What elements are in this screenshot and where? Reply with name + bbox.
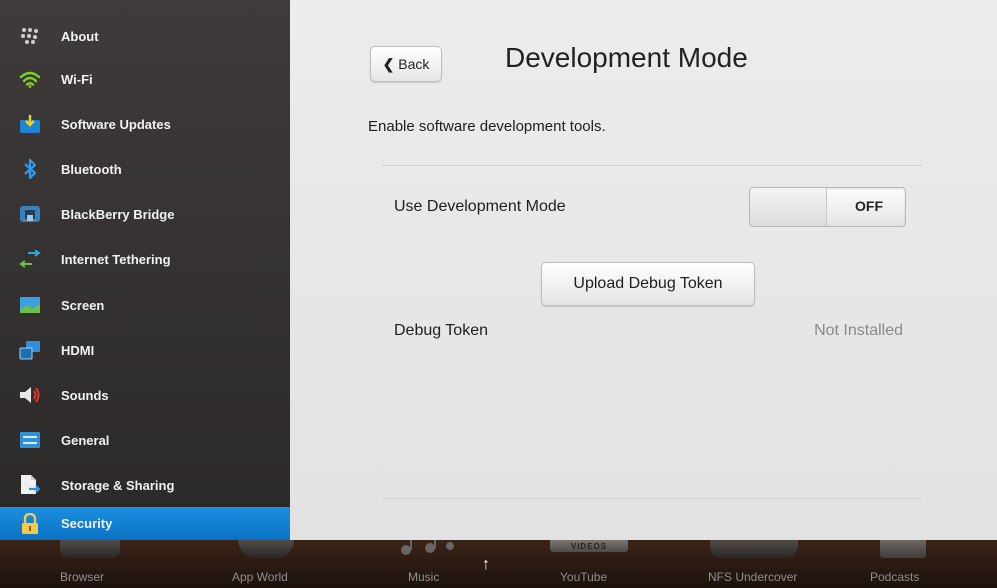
sidebar-item-label: Wi-Fi	[61, 71, 93, 87]
nfs-undercover-icon	[710, 540, 798, 558]
debug-token-status: Not Installed	[814, 322, 903, 339]
settings-panel: ❮ Back Development Mode Enable software …	[290, 0, 997, 540]
dock-app-nfs-undercover[interactable]: NFS Undercover	[708, 570, 797, 584]
sidebar-item-sounds[interactable]: Sounds	[0, 373, 290, 417]
dock-app-music[interactable]: Music	[408, 570, 439, 584]
sidebar-item-hdmi[interactable]: HDMI	[0, 328, 290, 372]
youtube-icon: VIDEOS	[550, 540, 628, 552]
settings-sidebar: About Wi-Fi Software Updates Bluetooth B…	[0, 0, 291, 540]
app-dock: Browser App World Music ↑ VIDEOS YouTube…	[0, 540, 997, 588]
sidebar-item-label: Security	[61, 516, 113, 531]
dock-app-app-world[interactable]: App World	[232, 570, 288, 584]
dev-mode-label: Use Development Mode	[394, 198, 566, 215]
sidebar-item-bluetooth[interactable]: Bluetooth	[0, 147, 290, 191]
podcasts-icon	[880, 540, 926, 558]
toggle-state-label: OFF	[855, 198, 883, 214]
up-arrow-icon[interactable]: ↑	[482, 556, 490, 574]
sidebar-item-label: HDMI	[61, 342, 95, 358]
sidebar-item-label: Sounds	[61, 387, 109, 403]
sidebar-item-blackberry-bridge[interactable]: BlackBerry Bridge	[0, 192, 290, 236]
general-icon	[19, 429, 41, 451]
hdmi-icon	[19, 339, 41, 361]
software-updates-icon	[19, 113, 41, 135]
bridge-icon	[19, 203, 41, 225]
sidebar-item-label: Bluetooth	[61, 161, 122, 177]
dock-app-podcasts[interactable]: Podcasts	[870, 570, 919, 584]
debug-token-label: Debug Token	[394, 322, 488, 339]
sidebar-item-label: About	[61, 28, 99, 44]
back-button-label: Back	[398, 56, 430, 72]
sidebar-item-label: BlackBerry Bridge	[61, 206, 175, 222]
tethering-icon	[19, 248, 41, 270]
bluetooth-icon	[19, 158, 41, 180]
sidebar-item-label: Internet Tethering	[61, 251, 171, 267]
sidebar-item-label: General	[61, 432, 110, 448]
divider	[382, 165, 922, 166]
sidebar-item-label: Storage & Sharing	[61, 477, 175, 493]
sidebar-item-label: Software Updates	[61, 116, 171, 132]
sidebar-item-storage-sharing[interactable]: Storage & Sharing	[0, 463, 290, 507]
sidebar-item-internet-tethering[interactable]: Internet Tethering	[0, 237, 290, 281]
sidebar-item-general[interactable]: General	[0, 418, 290, 462]
storage-icon	[19, 474, 41, 496]
screen-icon	[19, 294, 41, 316]
back-button[interactable]: ❮ Back	[370, 46, 442, 82]
upload-debug-token-button[interactable]: Upload Debug Token	[541, 262, 755, 306]
sidebar-item-label: Screen	[61, 297, 105, 313]
dev-mode-toggle[interactable]: OFF	[749, 187, 906, 227]
divider	[382, 498, 922, 499]
wifi-icon	[19, 68, 41, 90]
sidebar-item-security[interactable]: Security	[0, 507, 290, 540]
app-world-icon	[238, 540, 294, 558]
music-icon	[392, 540, 462, 558]
sidebar-item-wifi[interactable]: Wi-Fi	[0, 57, 290, 101]
blackberry-logo-icon	[19, 25, 41, 47]
youtube-icon-text: VIDEOS	[570, 541, 608, 551]
dock-app-browser[interactable]: Browser	[60, 570, 104, 584]
sidebar-item-about[interactable]: About	[0, 14, 290, 58]
lock-icon	[19, 512, 41, 535]
toggle-knob[interactable]	[750, 188, 827, 226]
page-description: Enable software development tools.	[368, 118, 606, 135]
speaker-icon	[19, 384, 41, 406]
page-title: Development Mode	[505, 42, 748, 73]
sidebar-item-screen[interactable]: Screen	[0, 283, 290, 327]
chevron-left-icon: ❮	[382, 55, 395, 72]
browser-icon	[60, 540, 120, 558]
sidebar-item-software-updates[interactable]: Software Updates	[0, 102, 290, 146]
dock-app-youtube[interactable]: YouTube	[560, 570, 607, 584]
